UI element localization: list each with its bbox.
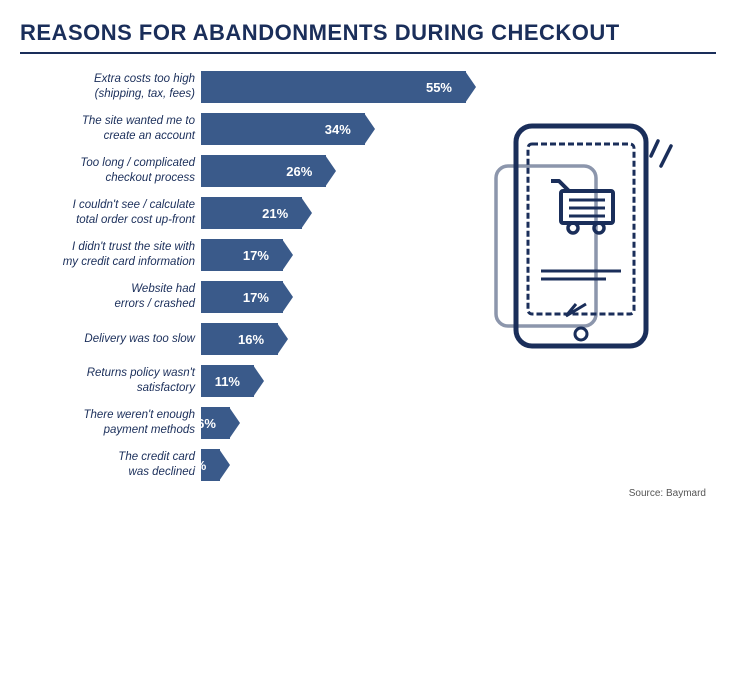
bar-track: 17% <box>201 239 466 271</box>
phone-section <box>476 68 716 484</box>
bar-row: The credit cardwas declined4% <box>20 446 466 484</box>
bar-label: Too long / complicatedcheckout process <box>20 156 195 186</box>
bar-track: 55% <box>201 71 466 103</box>
bar-fill: 11% <box>201 365 254 397</box>
chart-title: REASONS FOR ABANDONMENTS DURING CHECKOUT <box>20 20 716 46</box>
bar-track: 26% <box>201 155 466 187</box>
bar-pct-label: 4% <box>187 458 220 473</box>
bar-label: Returns policy wasn'tsatisfactory <box>20 366 195 396</box>
bar-row: Returns policy wasn'tsatisfactory 11% <box>20 362 466 400</box>
bar-label: I couldn't see / calculatetotal order co… <box>20 198 195 228</box>
bar-track: 6% <box>201 407 466 439</box>
bar-pct-label: 11% <box>215 374 254 389</box>
bar-fill: 16% <box>201 323 278 355</box>
bar-pct-label: 34% <box>325 122 365 137</box>
bar-row: I couldn't see / calculatetotal order co… <box>20 194 466 232</box>
bar-fill: 17% <box>201 281 283 313</box>
bar-track: 11% <box>201 365 466 397</box>
bar-fill: 17% <box>201 239 283 271</box>
bar-label: I didn't trust the site withmy credit ca… <box>20 240 195 270</box>
bar-row: Too long / complicatedcheckout process 26… <box>20 152 466 190</box>
bar-pct-label: 17% <box>243 248 283 263</box>
bar-label: The site wanted me tocreate an account <box>20 114 195 144</box>
bars-section: Extra costs too high(shipping, tax, fees… <box>20 68 466 484</box>
bar-pct-label: 26% <box>286 164 326 179</box>
bar-track: 21% <box>201 197 466 229</box>
bar-row: Extra costs too high(shipping, tax, fees… <box>20 68 466 106</box>
bar-row: There weren't enoughpayment methods6% <box>20 404 466 442</box>
bar-fill: 21% <box>201 197 302 229</box>
bar-fill: 34% <box>201 113 365 145</box>
bar-pct-label: 55% <box>426 80 466 95</box>
bar-pct-label: 6% <box>197 416 230 431</box>
bar-label: Website haderrors / crashed <box>20 282 195 312</box>
bar-fill: 55% <box>201 71 466 103</box>
bar-track: 4% <box>201 449 466 481</box>
bar-row: I didn't trust the site withmy credit ca… <box>20 236 466 274</box>
bar-label: Delivery was too slow <box>20 332 195 347</box>
bar-label: Extra costs too high(shipping, tax, fees… <box>20 72 195 102</box>
chart-container: Extra costs too high(shipping, tax, fees… <box>20 68 716 484</box>
bar-row: The site wanted me tocreate an account 34… <box>20 110 466 148</box>
title-divider <box>20 52 716 54</box>
bar-fill: 6% <box>201 407 230 439</box>
source-text: Source: Baymard <box>20 488 716 499</box>
bar-row: Website haderrors / crashed 17% <box>20 278 466 316</box>
bar-pct-label: 16% <box>238 332 278 347</box>
bar-track: 17% <box>201 281 466 313</box>
bar-pct-label: 21% <box>262 206 302 221</box>
bar-row: Delivery was too slow 16% <box>20 320 466 358</box>
bar-pct-label: 17% <box>243 290 283 305</box>
bar-track: 16% <box>201 323 466 355</box>
bar-fill: 26% <box>201 155 326 187</box>
bar-label: There weren't enoughpayment methods <box>20 408 195 438</box>
bar-fill: 4% <box>201 449 220 481</box>
bar-track: 34% <box>201 113 466 145</box>
bar-label: The credit cardwas declined <box>20 450 195 480</box>
